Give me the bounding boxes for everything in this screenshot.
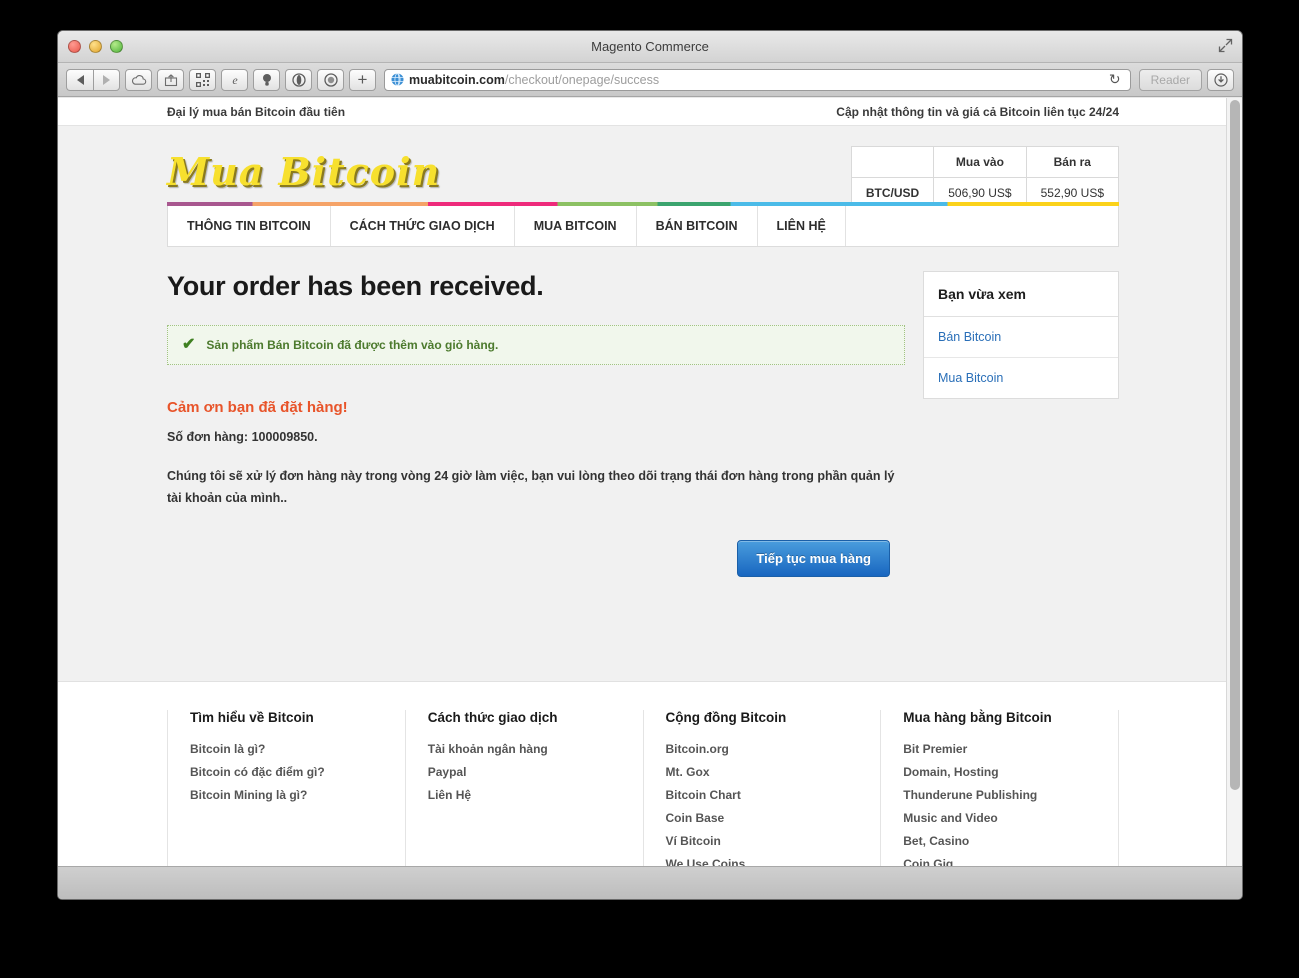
svg-text:e: e [232, 73, 238, 87]
footer-title-community: Cộng đồng Bitcoin [665, 710, 787, 725]
downloads-icon[interactable] [1207, 68, 1234, 91]
footer-column-learn: Tìm hiểu về Bitcoin Bitcoin là gì? Bitco… [167, 710, 406, 868]
topbar-tagline-right: Cập nhật thông tin và giá cả Bitcoin liê… [836, 104, 1119, 119]
footer-title-howto: Cách thức giao dịch [427, 710, 558, 725]
fullscreen-icon[interactable] [1218, 38, 1233, 53]
footer-link[interactable]: Bitcoin Mining là gì? [190, 788, 383, 802]
window-titlebar: Magento Commerce [58, 31, 1242, 63]
recently-viewed-title: Bạn vừa xem [924, 272, 1118, 317]
scrollbar-thumb[interactable] [1230, 100, 1240, 790]
nav-item-cach-thuc-giao-dich[interactable]: CÁCH THỨC GIAO DỊCH [331, 206, 515, 246]
success-message-text: Sản phẩm Bán Bitcoin đã được thêm vào gi… [206, 338, 499, 352]
window-title: Magento Commerce [591, 39, 709, 54]
reader-button[interactable]: Reader [1138, 68, 1202, 91]
site-nav-wrap: THÔNG TIN BITCOIN CÁCH THỨC GIAO DỊCH MU… [58, 202, 1227, 247]
main-content: Your order has been received. ✔ Sản phẩm… [58, 247, 1227, 647]
footer-link[interactable]: Bitcoin có đặc điểm gì? [190, 765, 383, 779]
back-arrow-icon[interactable] [66, 68, 93, 91]
disc-icon[interactable] [317, 68, 344, 91]
price-header-sell: Bán ra [1025, 146, 1120, 178]
qr-code-icon[interactable] [189, 68, 216, 91]
globe-icon [391, 73, 404, 86]
footer-link[interactable]: Domain, Hosting [903, 765, 1096, 779]
add-tab-plus-icon[interactable]: + [349, 68, 376, 91]
footer-column-howto: Cách thức giao dịch Tài khoản ngân hàng … [406, 710, 644, 868]
nav-item-lien-he[interactable]: LIÊN HỆ [758, 206, 846, 246]
address-bar-text: muabitcoin.com/checkout/onepage/success [409, 73, 659, 87]
footer-link[interactable]: Tài khoản ngân hàng [428, 742, 621, 756]
sidebar-link-mua-bitcoin[interactable]: Mua Bitcoin [924, 358, 1118, 398]
footer-link[interactable]: Liên Hệ [428, 788, 621, 802]
nav-item-ban-bitcoin[interactable]: BÁN BITCOIN [637, 206, 758, 246]
web-page: Đại lý mua bán Bitcoin đầu tiên Cập nhật… [58, 98, 1227, 868]
lightbulb-icon[interactable] [253, 68, 280, 91]
footer-column-community: Cộng đồng Bitcoin Bitcoin.org Mt. Gox Bi… [644, 710, 882, 868]
site-logo[interactable]: Mua Bitcoin [167, 149, 440, 194]
footer-link[interactable]: Bet, Casino [903, 834, 1096, 848]
footer-title-learn: Tìm hiểu về Bitcoin [190, 710, 314, 725]
traffic-lights [68, 40, 123, 53]
zoom-window-button[interactable] [110, 40, 123, 53]
nav-button-group [66, 68, 120, 91]
icloud-icon[interactable] [125, 68, 152, 91]
footer-title-shopping: Mua hàng bằng Bitcoin [903, 710, 1052, 725]
footer-link[interactable]: Bitcoin.org [666, 742, 859, 756]
success-message-box: ✔ Sản phẩm Bán Bitcoin đã được thêm vào … [167, 325, 905, 365]
footer-link[interactable]: Music and Video [903, 811, 1096, 825]
browser-window: Magento Commerce e + muabitcoin.com/chec… [57, 30, 1243, 900]
footer-link[interactable]: Ví Bitcoin [666, 834, 859, 848]
footer-link[interactable]: Mt. Gox [666, 765, 859, 779]
footer-link[interactable]: Bitcoin là gì? [190, 742, 383, 756]
checkmark-icon: ✔ [182, 336, 196, 353]
minimize-window-button[interactable] [89, 40, 102, 53]
processing-notice-text: Chúng tôi sẽ xử lý đơn hàng này trong vò… [167, 469, 895, 505]
footer-link[interactable]: Bitcoin Chart [666, 788, 859, 802]
forward-arrow-icon[interactable] [93, 68, 120, 91]
opera-icon[interactable] [285, 68, 312, 91]
site-header: Mua Bitcoin Mua vào Bán ra BTC/USD 506,9… [58, 126, 1227, 209]
share-icon[interactable] [157, 68, 184, 91]
footer-column-shopping: Mua hàng bằng Bitcoin Bit Premier Domain… [881, 710, 1119, 868]
price-header-empty [850, 146, 935, 178]
continue-shopping-button[interactable]: Tiếp tục mua hàng [737, 539, 890, 577]
price-table: Mua vào Bán ra BTC/USD 506,90 US$ 552,90… [850, 146, 1120, 209]
url-path: /checkout/onepage/success [504, 72, 660, 87]
footer-link[interactable]: Thunderune Publishing [903, 788, 1096, 802]
address-bar[interactable]: muabitcoin.com/checkout/onepage/success … [384, 68, 1131, 91]
recently-viewed-box: Bạn vừa xem Bán Bitcoin Mua Bitcoin [923, 271, 1119, 399]
main-column: Your order has been received. ✔ Sản phẩm… [167, 271, 905, 647]
topbar-tagline-left: Đại lý mua bán Bitcoin đầu tiên [167, 104, 346, 119]
browser-toolbar: e + muabitcoin.com/checkout/onepage/succ… [58, 63, 1242, 97]
site-topbar: Đại lý mua bán Bitcoin đầu tiên Cập nhật… [58, 98, 1227, 126]
price-header-buy: Mua vào [933, 146, 1027, 178]
window-bottom-bar [58, 866, 1242, 899]
price-table-header-row: Mua vào Bán ra [850, 146, 1120, 178]
order-number-text: Số đơn hàng: 100009850. [167, 430, 318, 444]
site-footer: Tìm hiểu về Bitcoin Bitcoin là gì? Bitco… [58, 681, 1227, 868]
thank-you-heading: Cảm ơn bạn đã đặt hàng! [167, 399, 348, 416]
footer-link[interactable]: Coin Base [666, 811, 859, 825]
nav-item-mua-bitcoin[interactable]: MUA BITCOIN [515, 206, 637, 246]
close-window-button[interactable] [68, 40, 81, 53]
button-row: Tiếp tục mua hàng [167, 539, 905, 577]
page-title: Your order has been received. [167, 271, 544, 301]
nav-item-thong-tin-bitcoin[interactable]: THÔNG TIN BITCOIN [168, 206, 331, 246]
site-nav: THÔNG TIN BITCOIN CÁCH THỨC GIAO DỊCH MU… [167, 202, 1119, 247]
vertical-scrollbar[interactable] [1226, 98, 1242, 868]
reload-icon[interactable]: ↻ [1109, 71, 1124, 88]
internet-explorer-icon[interactable]: e [221, 68, 248, 91]
sidebar-link-ban-bitcoin[interactable]: Bán Bitcoin [924, 317, 1118, 358]
page-viewport: Đại lý mua bán Bitcoin đầu tiên Cập nhật… [58, 98, 1242, 868]
url-domain: muabitcoin.com [409, 72, 505, 87]
footer-link[interactable]: Bit Premier [903, 742, 1096, 756]
sidebar-column: Bạn vừa xem Bán Bitcoin Mua Bitcoin [923, 271, 1119, 647]
footer-link[interactable]: Paypal [428, 765, 621, 779]
nav-filler [846, 206, 1118, 246]
